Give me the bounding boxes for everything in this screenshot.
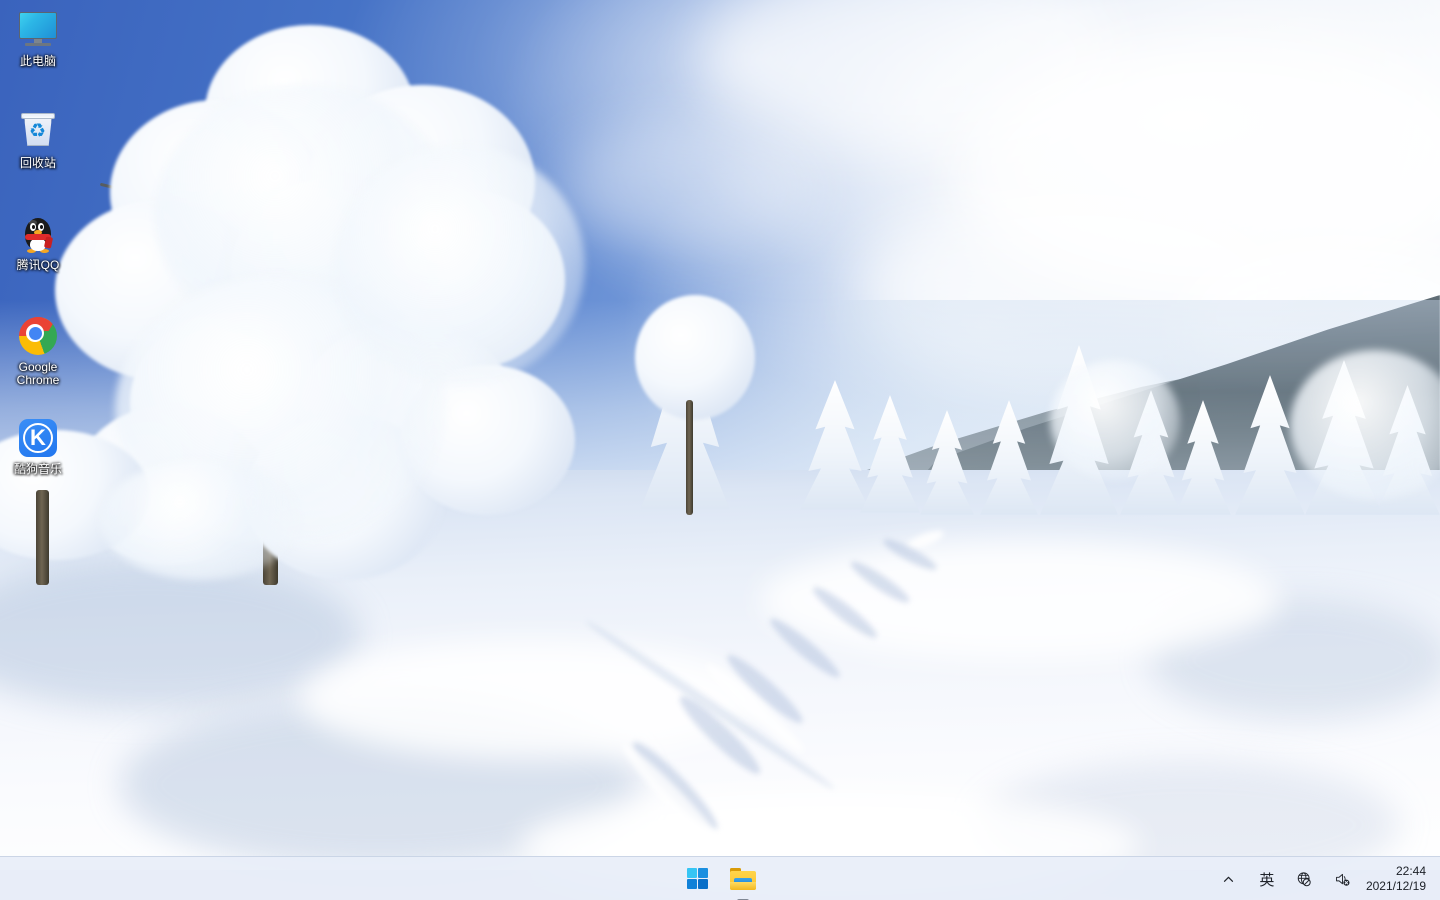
network-status-button[interactable] xyxy=(1286,861,1324,897)
clock-time: 22:44 xyxy=(1395,864,1426,878)
cloud-wisp xyxy=(560,120,820,250)
desktop-icon-recycle-bin[interactable]: ♻ 回收站 xyxy=(4,110,72,170)
ime-indicator[interactable]: 英 xyxy=(1248,861,1286,897)
desktop-icon-google-chrome[interactable]: Google Chrome xyxy=(4,314,72,387)
frost-cluster xyxy=(635,295,755,420)
frost-cluster xyxy=(1050,360,1180,480)
volume-button[interactable] xyxy=(1324,861,1362,897)
recycle-bin-icon: ♻ xyxy=(16,110,60,154)
kugou-music-icon: K xyxy=(16,416,60,460)
taskbar-app-file-explorer[interactable] xyxy=(723,859,763,900)
chrome-icon xyxy=(16,314,60,358)
tree-trunk xyxy=(686,400,693,515)
frost-cluster xyxy=(100,460,300,580)
taskbar-clock[interactable]: 22:44 2021/12/19 xyxy=(1362,859,1434,899)
qq-penguin-icon xyxy=(16,212,60,256)
monitor-icon xyxy=(16,8,60,52)
desktop-icon-tencent-qq[interactable]: 腾讯QQ xyxy=(4,212,72,272)
chevron-up-icon xyxy=(1224,876,1234,882)
taskbar[interactable]: 英 22:44 2021/12/19 xyxy=(0,856,1440,900)
start-button[interactable] xyxy=(677,859,717,899)
desktop-icon-kugou-music[interactable]: K 酷狗音乐 xyxy=(4,416,72,476)
folder-icon xyxy=(730,867,756,890)
taskbar-center-group xyxy=(677,857,763,900)
desktop-wallpaper xyxy=(0,0,1440,900)
desktop[interactable]: 此电脑 ♻ 回收站 腾讯QQ Google Chrome K 酷狗音乐 英 22… xyxy=(0,0,1440,900)
desktop-icon-grid: 此电脑 ♻ 回收站 腾讯QQ Google Chrome K 酷狗音乐 xyxy=(0,0,110,856)
desktop-icon-this-pc[interactable]: 此电脑 xyxy=(4,8,72,68)
desktop-icon-label: 回收站 xyxy=(19,156,56,170)
speaker-muted-icon xyxy=(1336,873,1350,886)
windows-logo-icon xyxy=(686,868,708,890)
desktop-icon-label: 此电脑 xyxy=(19,54,56,68)
desktop-icon-label: Google Chrome xyxy=(16,360,60,387)
system-tray: 英 22:44 2021/12/19 xyxy=(1210,857,1440,900)
clock-date: 2021/12/19 xyxy=(1365,879,1426,893)
show-hidden-icons-button[interactable] xyxy=(1210,861,1248,897)
desktop-icon-label: 酷狗音乐 xyxy=(13,462,62,476)
globe-no-internet-icon xyxy=(1298,871,1312,886)
desktop-icon-label: 腾讯QQ xyxy=(16,258,60,272)
